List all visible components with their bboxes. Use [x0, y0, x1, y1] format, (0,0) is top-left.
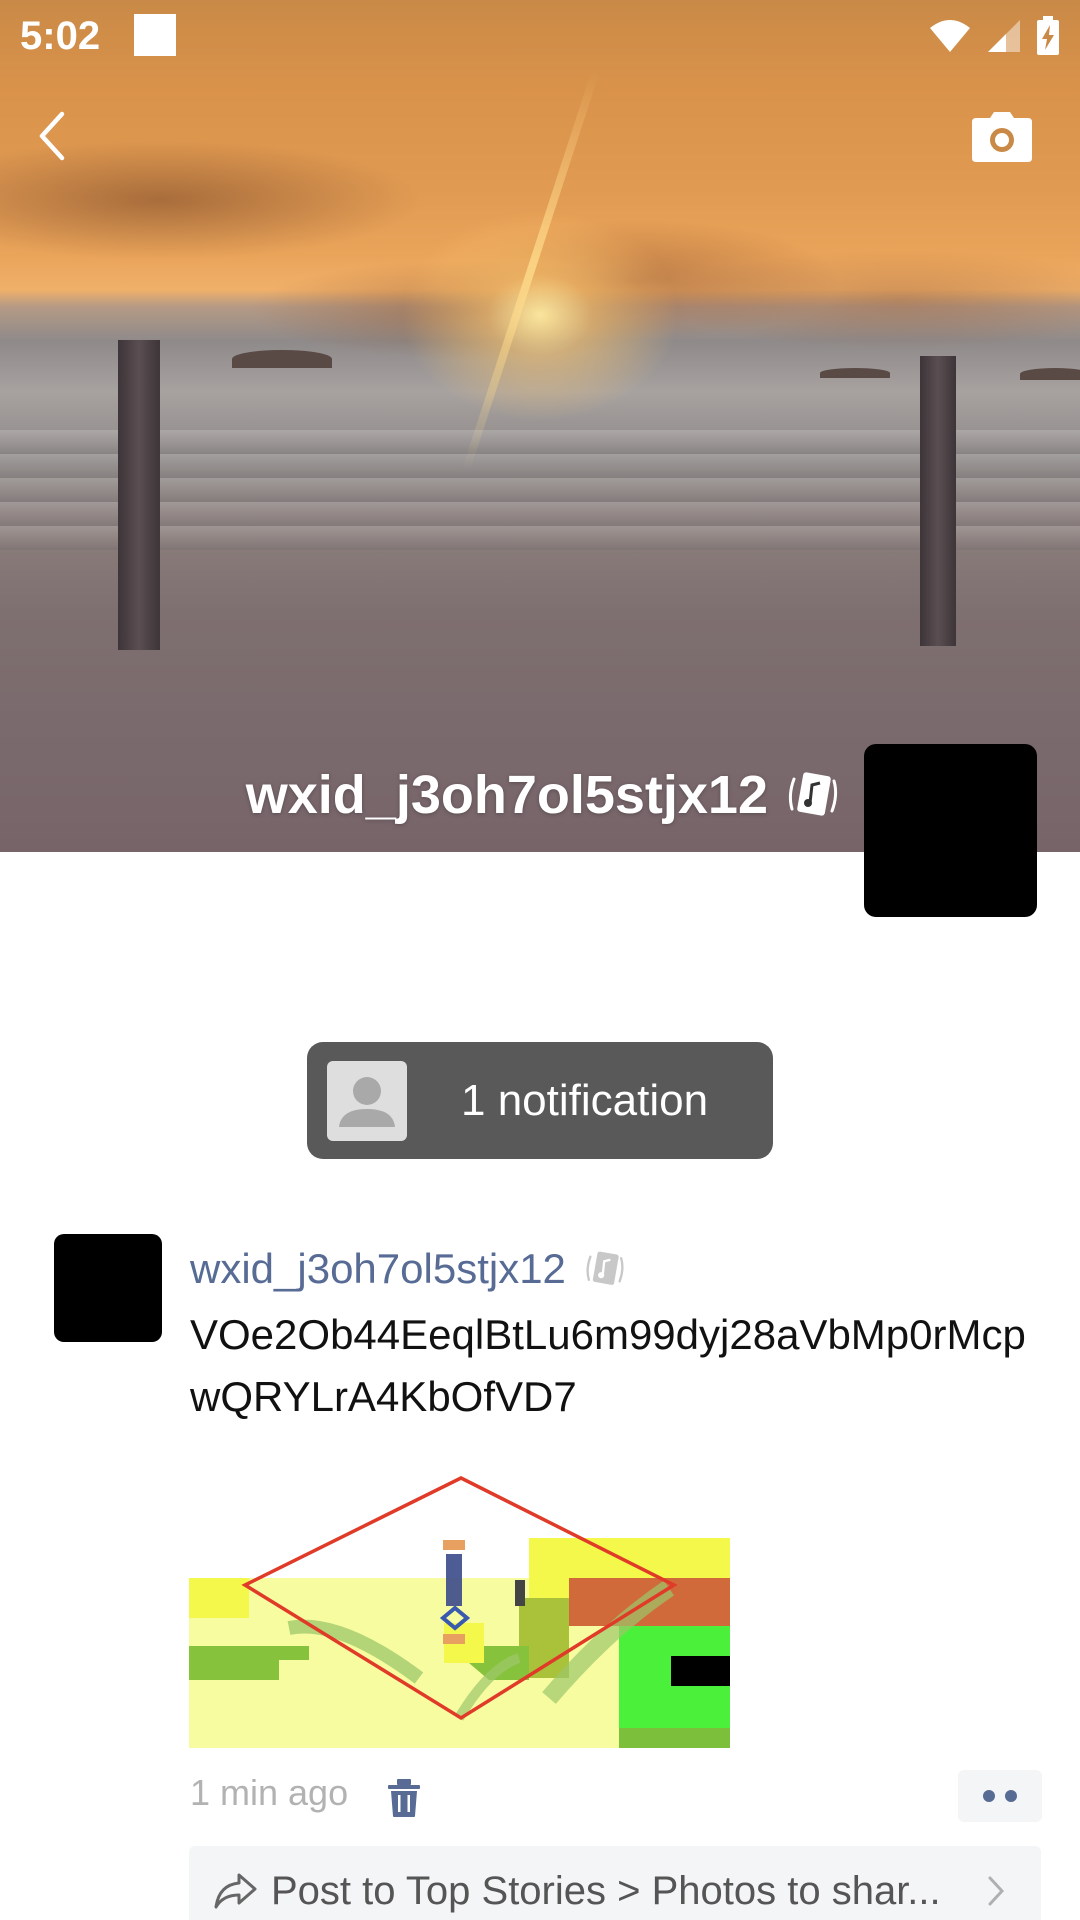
moments-screen: 5:02 wxid_j3oh7ol5stjx12 1 notification … — [0, 0, 1080, 1920]
status-time: 5:02 — [20, 14, 101, 58]
profile-avatar[interactable] — [864, 744, 1037, 917]
music-card-icon[interactable] — [786, 769, 840, 821]
cover-island — [820, 368, 890, 378]
profile-name[interactable]: wxid_j3oh7ol5stjx12 — [246, 764, 768, 826]
more-dot — [1005, 1790, 1017, 1802]
wifi-icon — [930, 20, 970, 52]
notification-square-icon — [134, 14, 176, 56]
share-arrow-icon — [214, 1873, 257, 1909]
post-image[interactable] — [189, 1468, 730, 1748]
status-icons — [928, 16, 1060, 56]
cellular-signal-icon — [988, 20, 1020, 52]
notification-button[interactable]: 1 notification — [307, 1042, 773, 1159]
post-author-row: wxid_j3oh7ol5stjx12 — [190, 1240, 626, 1298]
battery-charging-icon — [1037, 16, 1059, 55]
cover-island — [232, 350, 332, 368]
notification-label: 1 notification — [461, 1075, 709, 1125]
camera-icon[interactable] — [970, 112, 1034, 164]
post-time: 1 min ago — [190, 1772, 349, 1813]
cover-island — [1020, 368, 1080, 380]
post-author-avatar[interactable] — [54, 1234, 162, 1342]
share-label: Post to Top Stories > Photos to shar... — [271, 1868, 941, 1913]
share-to-top-stories-button[interactable]: Post to Top Stories > Photos to shar... — [189, 1846, 1041, 1920]
more-dot — [983, 1790, 995, 1802]
cover-wooden-post — [920, 356, 956, 646]
more-dots-icon[interactable] — [958, 1770, 1042, 1822]
cover-photo[interactable] — [0, 0, 1080, 852]
cover-waves — [0, 430, 1080, 550]
trash-icon[interactable] — [386, 1778, 422, 1818]
status-bar: 5:02 — [0, 0, 1080, 72]
default-person-icon — [327, 1060, 407, 1141]
cover-wooden-post — [118, 340, 160, 650]
chevron-right-icon — [988, 1876, 1005, 1906]
profile-name-row: wxid_j3oh7ol5stjx12 — [200, 760, 840, 830]
music-card-icon — [586, 1251, 624, 1285]
post-author-name[interactable]: wxid_j3oh7ol5stjx12 — [190, 1245, 566, 1293]
post-text: VOe2Ob44EeqlBtLu6m99dyj28aVbMp0rMcpwQRYL… — [190, 1311, 1026, 1420]
back-chevron-icon[interactable] — [30, 106, 78, 166]
